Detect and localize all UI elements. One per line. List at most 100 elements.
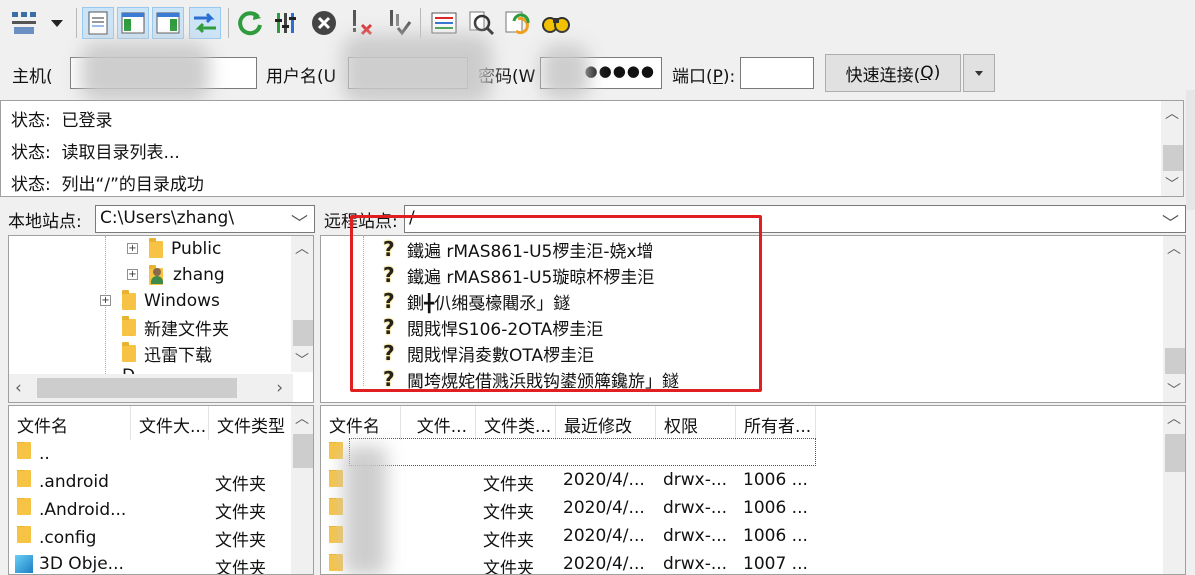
focused-row[interactable]	[349, 438, 816, 466]
table-row[interactable]: .android	[17, 470, 197, 498]
owner-cell: 1006 ...	[743, 498, 808, 518]
column-header[interactable]: 文件...	[401, 406, 476, 440]
local-tree[interactable]: + Public + zhang + Windows 新建文件夹 迅雷下载 D …	[8, 235, 314, 403]
tree-item[interactable]: 迅雷下载	[122, 340, 212, 366]
column-header[interactable]: 文件类型	[209, 406, 293, 440]
log-scrollbar[interactable]: ︿ ﹀	[1161, 101, 1183, 196]
message-log[interactable]: 状态: 已登录 状态: 读取目录列表... 状态: 列出“/”的目录成功 ︿ ﹀	[0, 100, 1184, 197]
scroll-thumb[interactable]	[293, 434, 313, 468]
scroll-thumb[interactable]	[1163, 145, 1183, 171]
scroll-left-icon[interactable]: ‹	[15, 378, 22, 398]
permissions-cell: drwx-...	[663, 554, 728, 574]
permissions-cell: drwx-...	[663, 498, 728, 518]
local-list-scrollbar[interactable]: ︿	[291, 406, 313, 574]
folder-icon	[149, 237, 163, 258]
transfer-queue-icon[interactable]	[189, 7, 221, 39]
refresh-icon[interactable]	[234, 7, 266, 39]
remote-file-list[interactable]: 文件名 文件... 文件类... 最近修改 权限 所有者... 文件夹 2020…	[320, 405, 1186, 575]
column-header[interactable]: 文件名	[321, 406, 401, 440]
owner-cell: 1006 ...	[743, 470, 808, 490]
column-header[interactable]: 最近修改	[556, 406, 656, 440]
scroll-up-icon[interactable]: ︿	[291, 408, 313, 428]
tree-item-label: zhang	[173, 265, 225, 285]
dropdown-arrow-icon[interactable]	[44, 7, 70, 39]
folder-icon	[122, 315, 136, 336]
quickconnect-dropdown-button[interactable]	[963, 54, 995, 92]
quickconnect-bar: 主机( 用户名(U 密码(W ●●●●● 端口(P): 快速连接(Q)	[0, 34, 1195, 104]
folder-icon	[122, 341, 136, 362]
filter-icon[interactable]	[270, 7, 302, 39]
find-files-icon[interactable]	[540, 7, 572, 39]
chevron-down-icon[interactable]: ﹀	[1162, 209, 1179, 232]
file-type-cell: 文件夹	[483, 531, 534, 551]
table-row[interactable]: .Android...	[17, 498, 197, 526]
column-header[interactable]: 文件大...	[131, 406, 209, 440]
port-input[interactable]	[740, 57, 814, 89]
redaction-blur	[342, 34, 492, 104]
scroll-up-icon[interactable]: ︿	[1163, 408, 1185, 428]
folder-icon	[17, 498, 31, 515]
scroll-down-icon[interactable]: ﹀	[1161, 174, 1183, 194]
file-type-cell: 文件夹	[483, 503, 534, 523]
expand-icon[interactable]: +	[127, 243, 138, 254]
host-label: 主机(	[12, 67, 53, 87]
highlight-annotation	[350, 215, 762, 392]
permissions-cell: drwx-...	[663, 470, 728, 490]
expand-icon[interactable]: +	[127, 269, 138, 280]
file-type-cell: 文件夹	[483, 475, 534, 495]
scroll-thumb[interactable]	[1165, 434, 1185, 472]
table-row[interactable]: .config	[17, 526, 197, 554]
scroll-up-icon[interactable]: ︿	[1163, 238, 1185, 258]
local-path-combobox[interactable]: C:\Users\zhang\ ﹀	[95, 205, 315, 233]
column-header[interactable]: 所有者...	[736, 406, 816, 440]
scroll-thumb[interactable]	[1165, 348, 1185, 374]
scroll-thumb[interactable]	[37, 378, 237, 398]
tree-item[interactable]: 新建文件夹	[122, 314, 229, 340]
column-header[interactable]: 权限	[656, 406, 736, 440]
column-header[interactable]: 文件类...	[476, 406, 556, 440]
redaction-blur	[540, 44, 590, 100]
tree-item-label: Windows	[144, 291, 220, 311]
remote-tree-vscrollbar[interactable]: ︿ ﹀	[1163, 236, 1185, 402]
tree-item[interactable]: + Public	[127, 236, 221, 262]
folder-icon	[329, 554, 343, 571]
scroll-down-icon[interactable]: ﹀	[1163, 380, 1185, 400]
local-site-bar: 本地站点: C:\Users\zhang\ ﹀	[4, 205, 315, 233]
quickconnect-button[interactable]: 快速连接(Q)	[825, 54, 961, 92]
scroll-down-icon[interactable]: ﹀	[291, 350, 313, 370]
tree-item-label: 迅雷下载	[144, 345, 212, 366]
local-file-list[interactable]: 文件名 文件大... 文件类型 .. .android 文件夹 .Android…	[8, 405, 314, 575]
redaction-blur	[80, 42, 210, 102]
local-site-label: 本地站点:	[8, 212, 82, 232]
window-edge	[1186, 90, 1195, 210]
tree-item[interactable]: + zhang	[127, 262, 225, 288]
file-type-cell: 文件夹	[483, 559, 534, 575]
cancel-icon[interactable]	[308, 7, 340, 39]
3d-objects-icon	[15, 555, 33, 573]
file-type-cell: 文件夹	[215, 559, 266, 575]
scroll-thumb[interactable]	[293, 320, 313, 346]
scroll-up-icon[interactable]: ︿	[1161, 103, 1183, 123]
folder-icon	[17, 470, 31, 487]
message-log-icon[interactable]	[82, 7, 114, 39]
folder-icon	[17, 526, 31, 543]
scroll-right-icon[interactable]: ›	[276, 378, 283, 398]
site-manager-icon[interactable]	[8, 7, 40, 39]
table-row[interactable]: ..	[17, 442, 217, 470]
remote-tree-icon[interactable]	[152, 7, 184, 39]
expand-icon[interactable]: +	[100, 295, 111, 306]
local-tree-hscrollbar[interactable]: ‹ ›	[9, 374, 293, 402]
chevron-down-icon[interactable]: ﹀	[291, 209, 308, 232]
remote-list-scrollbar[interactable]: ︿	[1163, 406, 1185, 574]
tree-item[interactable]: + Windows	[100, 288, 220, 314]
redaction-blur	[343, 446, 387, 574]
sync-browse-icon[interactable]	[502, 7, 534, 39]
local-tree-icon[interactable]	[117, 7, 149, 39]
scroll-up-icon[interactable]: ︿	[291, 238, 313, 258]
column-header[interactable]: 文件名	[9, 406, 131, 440]
local-tree-vscrollbar[interactable]: ︿ ﹀	[291, 236, 313, 372]
owner-cell: 1006 ...	[743, 526, 808, 546]
log-line: 状态: 读取目录列表...	[11, 143, 180, 163]
table-row[interactable]: 3D Obje...	[15, 554, 205, 574]
permissions-cell: drwx-...	[663, 526, 728, 546]
